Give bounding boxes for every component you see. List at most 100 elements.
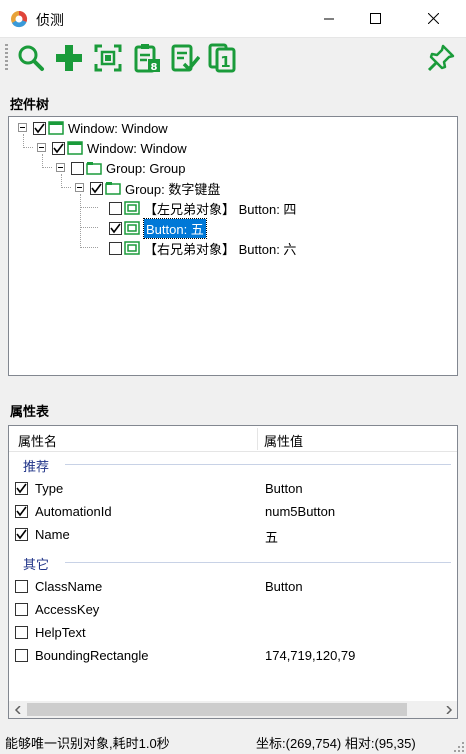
property-name: Name [35, 527, 70, 542]
property-group-recommended[interactable]: 推荐 [9, 454, 457, 474]
expander-toggle[interactable] [75, 183, 84, 192]
status-message: 能够唯一识别对象,耗时1.0秒 [5, 736, 170, 751]
status-coordinates: 坐标:(269,754) 相对:(95,35) [256, 736, 416, 751]
window-node-icon [67, 141, 83, 155]
tree-node-label: 【右兄弟对象】 Button: 六 [144, 241, 297, 257]
search-button[interactable] [14, 41, 48, 75]
property-row-classname[interactable]: ClassName Button [9, 576, 457, 599]
property-row-name[interactable]: Name 五 [9, 524, 457, 547]
group-label: 推荐 [23, 459, 50, 474]
search-icon [18, 45, 44, 71]
control-tree[interactable]: Window: Window Window: Window Group: Gro… [8, 116, 458, 376]
node-checkbox[interactable] [109, 221, 122, 235]
property-name: BoundingRectangle [35, 648, 149, 663]
property-row-accesskey[interactable]: AccessKey [9, 599, 457, 622]
copy-code-icon: 8 [134, 44, 160, 73]
tree-node-keypad-group[interactable]: Group: 数字键盘 [90, 178, 220, 198]
resize-grip-icon[interactable] [454, 742, 464, 752]
property-row-boundingrectangle[interactable]: BoundingRectangle 174,719,120,79 [9, 645, 457, 668]
property-value[interactable]: Button [265, 481, 303, 496]
property-checkbox[interactable] [15, 505, 28, 518]
property-checkbox[interactable] [15, 482, 28, 495]
property-row-automationid[interactable]: AutomationId num5Button [9, 501, 457, 524]
node-checkbox[interactable] [71, 161, 84, 175]
minimize-button[interactable] [306, 0, 352, 37]
node-checkbox[interactable] [33, 121, 46, 135]
property-name: HelpText [35, 625, 86, 640]
tree-node-label: Group: 数字键盘 [125, 181, 221, 197]
property-name: AccessKey [35, 602, 100, 617]
property-checkbox[interactable] [15, 626, 28, 639]
property-row-helptext[interactable]: HelpText [9, 622, 457, 645]
copy-one-icon: 1 [208, 43, 236, 73]
node-checkbox[interactable] [90, 181, 103, 195]
window-title: 侦测 [36, 12, 64, 28]
add-icon [56, 45, 82, 71]
property-value[interactable]: 五 [265, 527, 278, 546]
tree-node-selected-button[interactable]: Button: 五 [109, 217, 207, 239]
tree-node-window[interactable]: Window: Window [52, 138, 187, 158]
capture-icon [94, 44, 122, 72]
property-checkbox[interactable] [15, 649, 28, 662]
property-value[interactable]: Button [265, 579, 303, 594]
property-grid[interactable]: 属性名 属性值 推荐 Type Button AutomationId num5… [8, 425, 458, 719]
expander-toggle[interactable] [18, 123, 27, 132]
column-header-name[interactable]: 属性名 [18, 431, 57, 450]
title-bar: 侦测 [0, 0, 466, 38]
tree-node-label: 【左兄弟对象】 Button: 四 [144, 201, 297, 217]
window-node-icon [48, 121, 64, 135]
properties-section-title: 属性表 [10, 404, 50, 419]
tree-node-right-sibling[interactable]: 【右兄弟对象】 Button: 六 [109, 238, 296, 258]
svg-text:1: 1 [220, 53, 230, 71]
copy-one-button[interactable]: 1 [206, 41, 240, 75]
expander-toggle[interactable] [37, 143, 46, 152]
column-header-value[interactable]: 属性值 [264, 431, 303, 450]
maximize-icon [369, 13, 381, 24]
property-value[interactable]: num5Button [265, 504, 335, 519]
svg-text:8: 8 [151, 62, 158, 73]
chevron-left-icon [14, 705, 21, 714]
property-name: ClassName [35, 579, 103, 594]
property-group-other[interactable]: 其它 [9, 552, 457, 572]
toolbar-grip[interactable] [5, 44, 8, 72]
tree-section-title: 控件树 [10, 97, 50, 112]
property-value[interactable]: 174,719,120,79 [265, 648, 355, 663]
scroll-right-button[interactable] [440, 701, 457, 718]
maximize-button[interactable] [352, 0, 398, 37]
node-checkbox[interactable] [109, 241, 122, 255]
scrollbar-thumb[interactable] [27, 703, 407, 716]
property-name: Type [35, 481, 64, 496]
property-checkbox[interactable] [15, 580, 28, 593]
close-icon [427, 13, 439, 24]
scroll-left-button[interactable] [9, 701, 26, 718]
verify-icon [171, 44, 200, 72]
expander-toggle[interactable] [56, 163, 65, 172]
close-button[interactable] [410, 0, 456, 37]
node-checkbox[interactable] [109, 201, 122, 215]
button-node-icon [124, 221, 140, 235]
property-row-type[interactable]: Type Button [9, 478, 457, 501]
tree-node-label: Window: Window [68, 120, 168, 136]
group-node-icon [105, 182, 121, 195]
capture-button[interactable] [91, 41, 125, 75]
group-node-icon [86, 162, 102, 175]
add-button[interactable] [52, 41, 86, 75]
tree-node-left-sibling[interactable]: 【左兄弟对象】 Button: 四 [109, 198, 296, 218]
status-bar: 能够唯一识别对象,耗时1.0秒 坐标:(269,754) 相对:(95,35) [0, 730, 466, 754]
property-checkbox[interactable] [15, 603, 28, 616]
button-node-icon [124, 241, 140, 255]
property-checkbox[interactable] [15, 528, 28, 541]
node-checkbox[interactable] [52, 141, 65, 155]
tree-node-label: Group: Group [106, 160, 186, 176]
copy-code-button[interactable]: 8 [130, 41, 164, 75]
pin-button[interactable] [424, 41, 458, 75]
property-name: AutomationId [35, 504, 112, 519]
pin-icon [427, 44, 455, 72]
horizontal-scrollbar[interactable] [9, 701, 457, 718]
tree-node-group[interactable]: Group: Group [71, 158, 186, 178]
button-node-icon [124, 201, 140, 215]
tree-node-label: Window: Window [87, 140, 187, 156]
tree-node-label: Button: 五 [143, 217, 207, 239]
tree-node-window-root[interactable]: Window: Window [33, 118, 168, 138]
verify-button[interactable] [168, 41, 202, 75]
